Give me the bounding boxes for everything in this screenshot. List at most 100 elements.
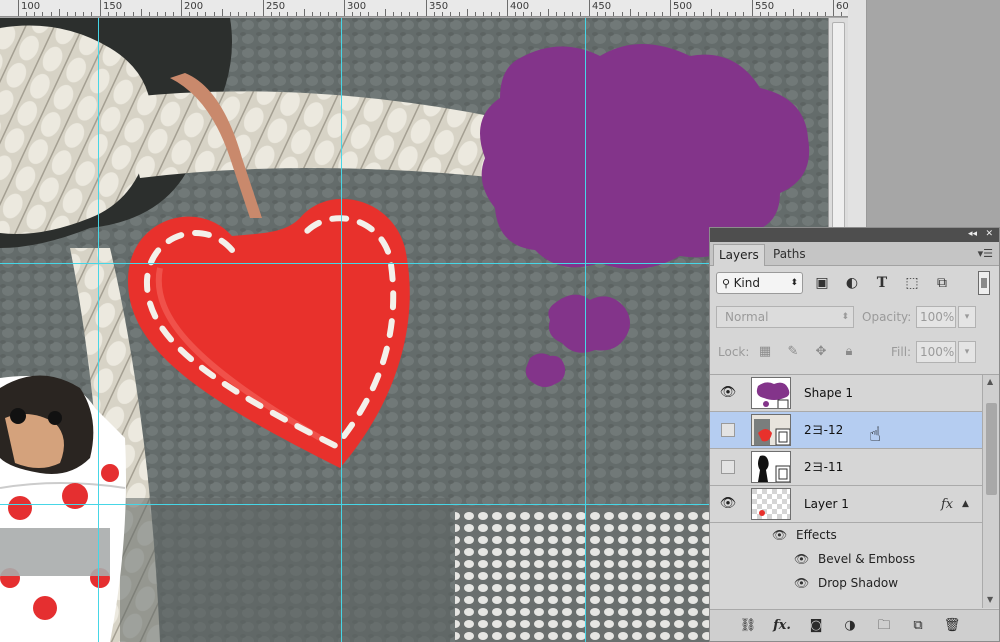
ruler-major-tick <box>670 0 671 16</box>
ruler-minor-tick <box>719 12 720 16</box>
ruler-minor-tick <box>556 12 557 16</box>
visibility-toggle-off[interactable] <box>721 460 735 474</box>
lock-transparent-icon[interactable]: ▦ <box>756 343 774 361</box>
effect-row-bevel-emboss[interactable]: 👁︎ Bevel & Emboss <box>710 547 982 571</box>
ruler-minor-tick <box>540 12 541 16</box>
ruler-minor-tick <box>711 9 712 16</box>
transparent-thumbnail <box>752 489 790 519</box>
layer-row-shape-1[interactable]: 👁︎ Shape 1 <box>710 375 982 412</box>
visibility-eye-icon[interactable]: 👁︎ <box>794 571 809 595</box>
layers-scrollbar-thumb[interactable] <box>986 403 997 495</box>
ruler-minor-tick <box>360 12 361 16</box>
layer-name[interactable]: Layer 1 <box>804 486 849 523</box>
blend-mode-select[interactable]: Normal ⬍ <box>716 306 854 328</box>
opacity-input[interactable]: 100% <box>916 306 956 328</box>
visibility-eye-icon[interactable]: 👁︎ <box>794 547 809 571</box>
ruler-major-tick <box>426 0 427 16</box>
ruler-minor-tick <box>67 12 68 16</box>
ruler-minor-tick <box>165 12 166 16</box>
fill-dropdown[interactable]: ▾ <box>958 341 976 363</box>
add-style-icon[interactable]: fx. <box>772 616 792 636</box>
ruler-minor-tick <box>442 12 443 16</box>
ruler-minor-tick <box>743 12 744 16</box>
new-layer-icon[interactable]: ⧉ <box>908 616 928 636</box>
ruler-label: 200 <box>184 1 204 12</box>
ruler-minor-tick <box>108 12 109 16</box>
lock-image-icon[interactable]: ✎ <box>784 343 802 361</box>
layer-row-layer-1[interactable]: 👁︎ Layer 1 fx ▲ <box>710 486 982 523</box>
ruler-minor-tick <box>83 12 84 16</box>
filter-toggle-switch[interactable] <box>978 271 990 295</box>
effects-expand-icon[interactable]: ▲ <box>962 486 969 523</box>
filter-adjustment-icon[interactable]: ◐ <box>843 274 861 292</box>
ruler-minor-tick <box>515 12 516 16</box>
lock-all-icon[interactable]: 🔒︎ <box>840 343 858 361</box>
layer-row-partial[interactable] <box>710 597 982 608</box>
ruler-minor-tick <box>483 12 484 16</box>
horizontal-ruler[interactable]: 100 150 200 250 300 350 400 450 500 550 60 <box>0 0 848 17</box>
ruler-minor-tick <box>572 12 573 16</box>
layer-name[interactable]: Shape 1 <box>804 375 853 412</box>
effect-row-drop-shadow[interactable]: 👁︎ Drop Shadow <box>710 571 982 595</box>
ruler-minor-tick <box>703 12 704 16</box>
ruler-minor-tick <box>59 9 60 16</box>
filter-type-icon[interactable]: T <box>873 274 891 292</box>
ruler-minor-tick <box>149 12 150 16</box>
ruler-minor-tick <box>467 9 468 16</box>
ruler-minor-tick <box>34 12 35 16</box>
guide-horizontal[interactable] <box>0 263 828 264</box>
ruler-minor-tick <box>597 12 598 16</box>
visibility-toggle-off[interactable] <box>721 423 735 437</box>
layers-scrollbar[interactable]: ▲ ▼ <box>982 375 999 608</box>
ruler-minor-tick <box>205 12 206 16</box>
layer-name[interactable]: 2ヨ-11 <box>804 449 843 486</box>
fill-input[interactable]: 100% <box>916 341 956 363</box>
ruler-minor-tick <box>296 12 297 16</box>
guide-vertical[interactable] <box>98 18 99 642</box>
ruler-minor-tick <box>42 12 43 16</box>
ruler-minor-tick <box>26 12 27 16</box>
guide-vertical[interactable] <box>341 18 342 642</box>
opacity-dropdown[interactable]: ▾ <box>958 306 976 328</box>
link-layers-icon[interactable]: ⛓︎ <box>738 616 758 636</box>
canvas-artwork <box>0 18 828 642</box>
panel-title-bar[interactable]: ◂◂ ✕ <box>710 228 999 242</box>
visibility-eye-icon[interactable]: 👁︎ <box>719 384 737 402</box>
filter-kind-select[interactable]: ⚲ Kind ⬍ <box>716 272 803 294</box>
filter-shape-icon[interactable]: ⬚ <box>903 274 921 292</box>
effects-group-row[interactable]: 👁︎ Effects <box>710 523 982 547</box>
ruler-minor-tick <box>580 12 581 16</box>
ruler-minor-tick <box>133 12 134 16</box>
tab-paths[interactable]: Paths <box>768 244 811 266</box>
guide-horizontal[interactable] <box>0 504 828 505</box>
scroll-up-icon[interactable]: ▲ <box>987 377 993 386</box>
collapse-icon[interactable]: ◂◂ <box>968 228 977 241</box>
document-canvas[interactable] <box>0 18 828 642</box>
panel-menu-icon[interactable]: ▾☰ <box>978 247 993 260</box>
add-mask-icon[interactable]: ◙ <box>806 616 826 636</box>
ruler-label: 450 <box>592 1 612 12</box>
ruler-minor-tick <box>768 12 769 16</box>
effect-name: Drop Shadow <box>818 576 899 590</box>
visibility-eye-icon[interactable]: 👁︎ <box>772 523 787 547</box>
ruler-major-tick <box>263 0 264 16</box>
visibility-eye-icon[interactable]: 👁︎ <box>719 495 737 513</box>
layer-name[interactable]: 2ヨ-12 <box>804 412 843 449</box>
filter-smart-object-icon[interactable]: ⧉ <box>933 274 951 292</box>
filter-pixel-icon[interactable]: ▣ <box>813 274 831 292</box>
layer-row-2-12[interactable]: 2ヨ-12 <box>710 412 982 449</box>
lock-position-icon[interactable]: ✥ <box>812 343 830 361</box>
close-icon[interactable]: ✕ <box>985 228 993 241</box>
scroll-down-icon[interactable]: ▼ <box>987 595 993 604</box>
layer-effects-icon[interactable]: fx <box>941 486 953 523</box>
ruler-minor-tick <box>352 12 353 16</box>
delete-layer-icon[interactable]: 🗑︎ <box>942 616 962 636</box>
layers-panel: ◂◂ ✕ Layers Paths ▾☰ ⚲ Kind ⬍ ▣ ◐ T ⬚ ⧉ … <box>709 227 1000 642</box>
layer-row-2-11[interactable]: 2ヨ-11 <box>710 449 982 486</box>
blend-row: Normal ⬍ Opacity: 100% ▾ <box>710 306 999 330</box>
tab-layers[interactable]: Layers <box>713 244 765 266</box>
new-group-icon[interactable]: 🗀︎ <box>874 616 894 636</box>
ruler-minor-tick <box>75 12 76 16</box>
guide-vertical[interactable] <box>585 18 586 642</box>
new-adjustment-icon[interactable]: ◑ <box>840 616 860 636</box>
